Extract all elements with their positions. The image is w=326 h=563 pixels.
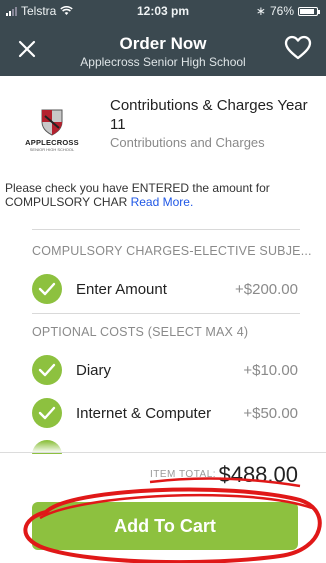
option-row[interactable]: Internet & Computer +$50.00 <box>32 398 298 428</box>
divider <box>32 229 300 230</box>
option-label: Enter Amount <box>76 281 167 298</box>
header: Telstra 12:03 pm ∗ 76% Order Now Applecr… <box>0 0 326 76</box>
footer-divider <box>0 452 326 453</box>
favorite-button[interactable] <box>284 35 312 61</box>
optional-heading: OPTIONAL COSTS (SELECT MAX 4) <box>32 325 249 339</box>
option-row[interactable]: Enter Amount +$200.00 <box>32 274 298 304</box>
logo-text: APPLECROSS <box>25 138 79 147</box>
heart-icon <box>284 35 312 60</box>
option-price: +$200.00 <box>235 281 298 298</box>
close-button[interactable] <box>14 36 40 62</box>
page-title: Order Now <box>119 34 207 53</box>
option-label: Diary <box>76 362 112 379</box>
compulsory-heading: COMPULSORY CHARGES-ELECTIVE SUBJE... <box>32 244 312 258</box>
add-to-cart-button[interactable]: Add To Cart <box>32 502 298 550</box>
product-subtitle: Contributions and Charges <box>110 135 265 150</box>
notice-text: Please check you have ENTERED the amount… <box>5 181 320 209</box>
item-total-label: ITEM TOTAL: <box>150 469 217 480</box>
read-more-link[interactable]: Read More. <box>131 195 194 209</box>
checkmark-icon[interactable] <box>32 355 62 385</box>
option-price: +$50.00 <box>243 405 298 422</box>
bluetooth-icon: ∗ <box>255 4 266 18</box>
page-subtitle: Applecross Senior High School <box>80 55 246 69</box>
battery-percent: 76% <box>269 4 294 18</box>
logo-subtext: SENIOR HIGH SCHOOL <box>29 147 75 152</box>
product-title: Contributions & Charges Year 11 <box>110 97 308 133</box>
status-right: ∗ 76% <box>255 4 320 18</box>
checkmark-icon[interactable] <box>32 398 62 428</box>
close-icon <box>18 40 36 58</box>
option-label: Internet & Computer <box>76 405 212 422</box>
status-bar: Telstra 12:03 pm ∗ 76% <box>0 0 326 22</box>
battery-icon <box>298 6 320 16</box>
checkmark-icon[interactable] <box>32 274 62 304</box>
crest-icon <box>41 109 63 136</box>
option-row[interactable]: Diary +$10.00 <box>32 355 298 385</box>
option-price: +$10.00 <box>243 362 298 379</box>
divider <box>32 313 300 314</box>
item-total-amount: $488.00 <box>218 462 298 487</box>
school-logo: APPLECROSS SENIOR HIGH SCHOOL <box>18 106 86 158</box>
